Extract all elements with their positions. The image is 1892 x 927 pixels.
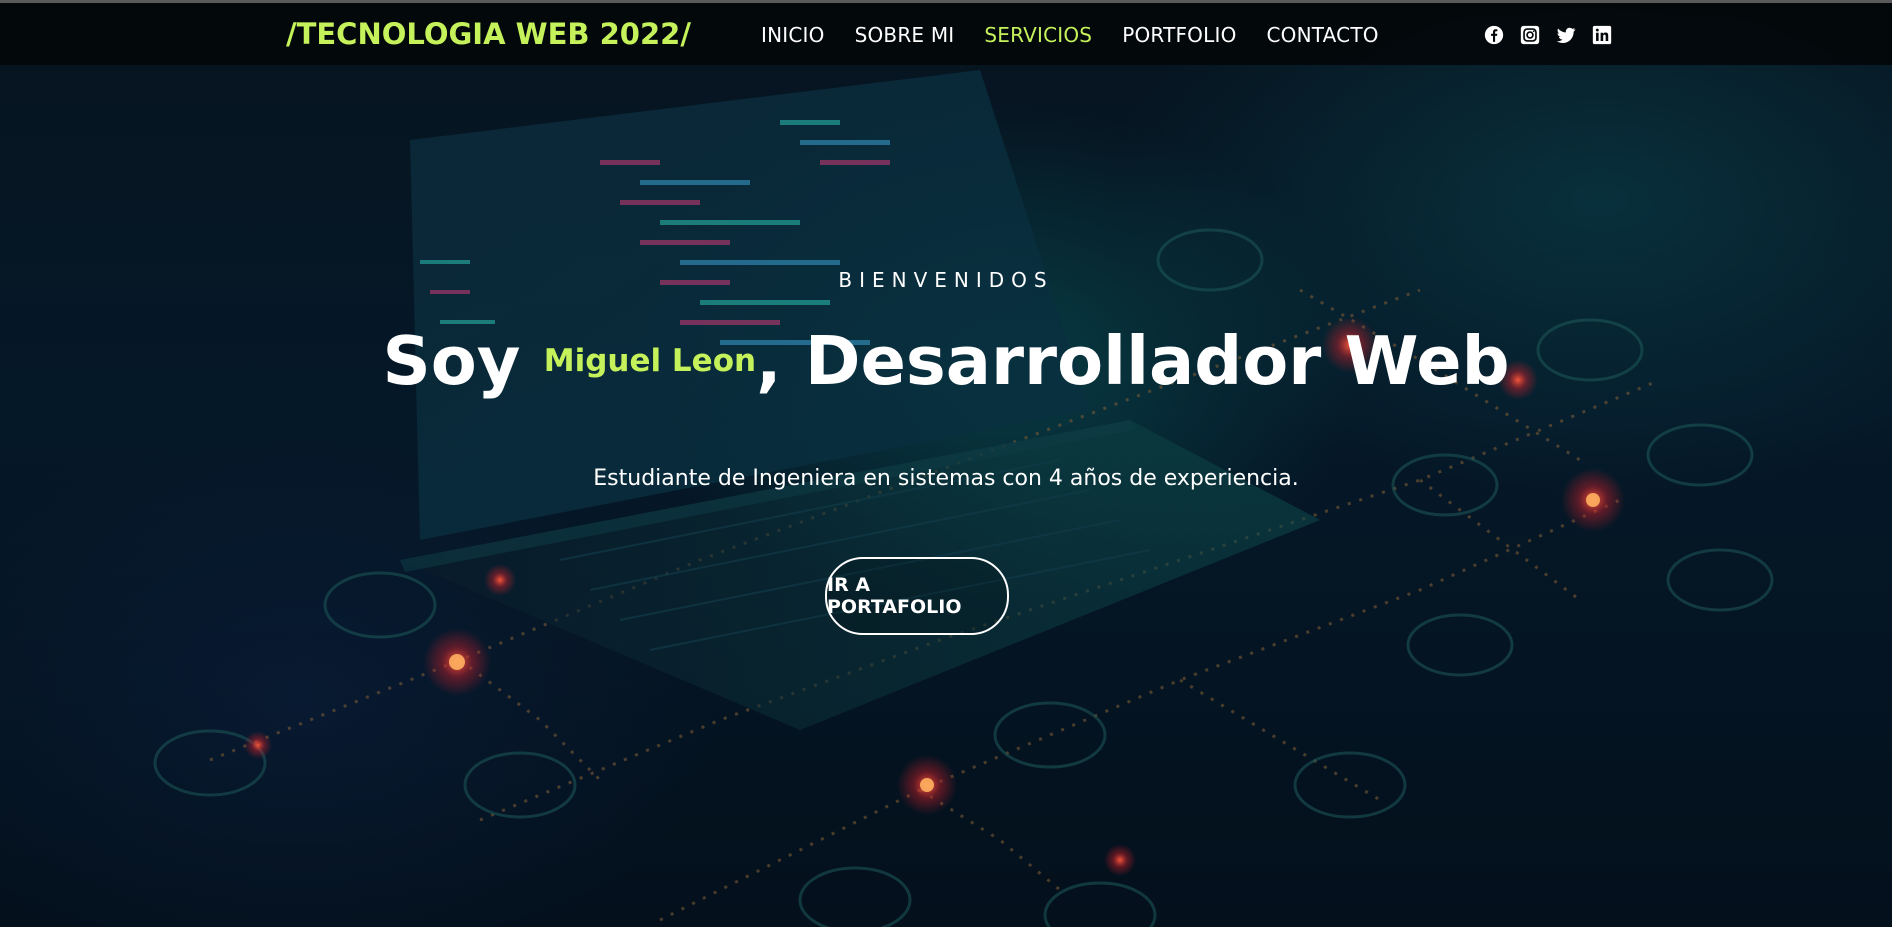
hero-title: Soy Miguel Leon, Desarrollador Web [0, 322, 1892, 400]
nav-link-servicios[interactable]: SERVICIOS [984, 23, 1092, 47]
instagram-icon[interactable] [1519, 24, 1541, 46]
hero-subtitle: Estudiante de Ingeniera en sistemas con … [593, 466, 1299, 491]
facebook-icon[interactable] [1483, 24, 1505, 46]
nav-link-sobre-mi[interactable]: SOBRE MI [855, 23, 955, 47]
page: /TECNOLOGIA WEB 2022/ INICIO SOBRE MI SE… [0, 0, 1892, 927]
linkedin-icon[interactable] [1591, 24, 1613, 46]
hero-title-name: Miguel Leon [543, 343, 757, 380]
nav-link-inicio[interactable]: INICIO [761, 23, 825, 47]
hero-title-suffix: , Desarrollador Web [756, 322, 1510, 400]
nav-link-contacto[interactable]: CONTACTO [1267, 23, 1379, 47]
navbar: /TECNOLOGIA WEB 2022/ INICIO SOBRE MI SE… [0, 3, 1892, 65]
social-links [1483, 24, 1613, 46]
twitter-icon[interactable] [1555, 24, 1577, 46]
hero-background-image [153, 70, 1774, 927]
portfolio-cta-button[interactable]: IR A PORTAFOLIO [825, 557, 1009, 635]
nav-link-portfolio[interactable]: PORTFOLIO [1122, 23, 1236, 47]
nav-menu: INICIO SOBRE MI SERVICIOS PORTFOLIO CONT… [761, 23, 1409, 47]
brand-logo[interactable]: /TECNOLOGIA WEB 2022/ [286, 17, 691, 51]
hero-kicker: BIENVENIDOS [838, 268, 1054, 292]
hero-title-prefix: Soy [382, 322, 544, 400]
